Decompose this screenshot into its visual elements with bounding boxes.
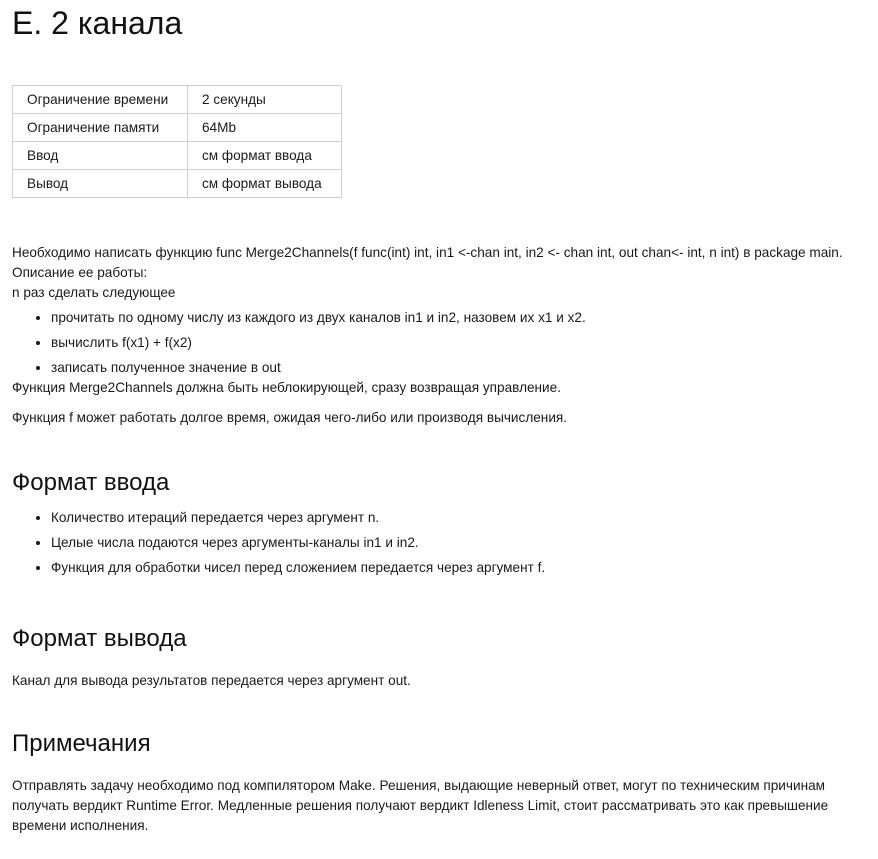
limit-key: Ввод bbox=[12, 141, 188, 170]
input-format-section: Формат ввода Количество итераций передае… bbox=[12, 468, 878, 578]
table-row: Ограничение памяти 64Mb bbox=[12, 113, 342, 142]
statement-long-running: Функция f может работать долгое время, о… bbox=[12, 410, 568, 425]
list-item: Функция для обработки чисел перед сложен… bbox=[51, 558, 878, 578]
steps-list: прочитать по одному числу из каждого из … bbox=[12, 308, 878, 378]
input-format-heading: Формат ввода bbox=[12, 469, 170, 496]
table-row: Ограничение времени 2 секунды bbox=[12, 85, 342, 114]
output-format-text: Канал для вывода результатов передается … bbox=[12, 673, 411, 688]
problem-statement: Необходимо написать функцию func Merge2C… bbox=[12, 243, 878, 428]
limit-value: 64Mb bbox=[187, 113, 342, 142]
input-format-list: Количество итераций передается через арг… bbox=[12, 508, 878, 578]
limit-value: 2 секунды bbox=[187, 85, 342, 114]
output-format-section: Формат вывода Канал для вывода результат… bbox=[12, 624, 878, 691]
statement-line: n раз сделать следующее bbox=[12, 285, 176, 300]
problem-page: E. 2 канала Ограничение времени 2 секунд… bbox=[12, 0, 878, 836]
limits-table: Ограничение времени 2 секунды Ограничени… bbox=[12, 85, 342, 198]
limit-value: см формат ввода bbox=[187, 141, 342, 170]
limit-key: Ограничение времени bbox=[12, 85, 188, 114]
list-item: прочитать по одному числу из каждого из … bbox=[51, 308, 878, 328]
list-item: Количество итераций передается через арг… bbox=[51, 508, 878, 528]
notes-section: Примечания Отправлять задачу необходимо … bbox=[12, 729, 878, 836]
table-row: Ввод см формат ввода bbox=[12, 141, 342, 170]
list-item: Целые числа подаются через аргументы-кан… bbox=[51, 533, 878, 553]
statement-line: Необходимо написать функцию func Merge2C… bbox=[12, 245, 843, 260]
output-format-heading: Формат вывода bbox=[12, 625, 187, 652]
limit-value: см формат вывода bbox=[187, 169, 342, 198]
limit-key: Ограничение памяти bbox=[12, 113, 188, 142]
statement-line: Описание ее работы: bbox=[12, 265, 148, 280]
limit-key: Вывод bbox=[12, 169, 188, 198]
statement-nonblocking: Функция Merge2Channels должна быть небло… bbox=[12, 380, 561, 395]
notes-text: Отправлять задачу необходимо под компиля… bbox=[12, 778, 829, 833]
table-row: Вывод см формат вывода bbox=[12, 169, 342, 198]
problem-title: E. 2 канала bbox=[12, 5, 183, 41]
notes-heading: Примечания bbox=[12, 730, 151, 757]
list-item: вычислить f(x1) + f(x2) bbox=[51, 333, 878, 353]
list-item: записать полученное значение в out bbox=[51, 358, 878, 378]
